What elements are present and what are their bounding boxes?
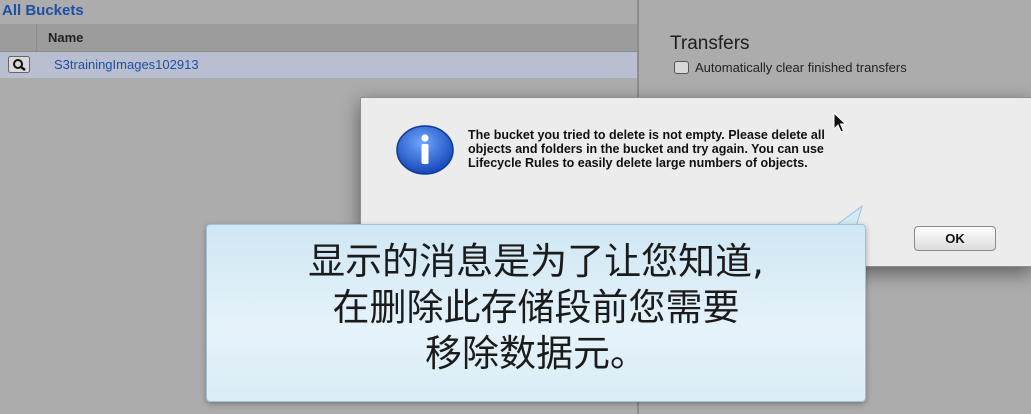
ok-button[interactable]: OK bbox=[914, 226, 996, 251]
column-divider bbox=[36, 24, 37, 51]
bucket-name-link[interactable]: S3trainingImages102913 bbox=[54, 57, 199, 72]
subtitle-callout: 显示的消息是为了让您知道, 在删除此存储段前您需要 移除数据元。 bbox=[206, 224, 866, 402]
auto-clear-label: Automatically clear finished transfers bbox=[695, 60, 907, 75]
magnifier-icon[interactable] bbox=[8, 56, 30, 73]
transfers-title: Transfers bbox=[670, 33, 750, 54]
all-buckets-title: All Buckets bbox=[2, 2, 84, 19]
dialog-message: The bucket you tried to delete is not em… bbox=[468, 128, 825, 170]
table-row[interactable]: S3trainingImages102913 bbox=[0, 52, 637, 78]
auto-clear-option[interactable]: Automatically clear finished transfers bbox=[674, 60, 907, 75]
bucket-table-header: Name bbox=[0, 24, 637, 52]
info-icon bbox=[396, 125, 454, 175]
auto-clear-checkbox[interactable] bbox=[674, 61, 689, 74]
name-column-header[interactable]: Name bbox=[48, 30, 83, 45]
mouse-pointer-icon bbox=[833, 112, 847, 133]
subtitle-text: 显示的消息是为了让您知道, 在删除此存储段前您需要 移除数据元。 bbox=[308, 240, 764, 375]
